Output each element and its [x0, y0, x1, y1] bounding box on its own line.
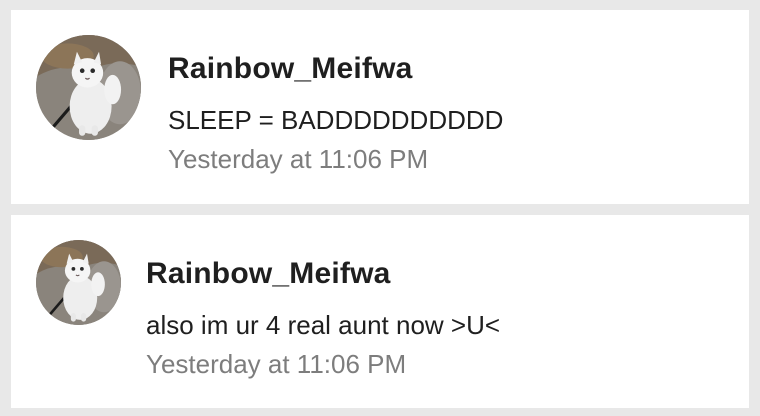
message-text: also im ur 4 real aunt now >U< — [146, 310, 501, 340]
username[interactable]: Rainbow_Meifwa — [146, 257, 391, 291]
timestamp: Yesterday at 11:06 PM — [168, 144, 429, 174]
cat-avatar-icon[interactable] — [36, 35, 141, 140]
message-text: SLEEP = BADDDDDDDDDD — [168, 105, 504, 135]
username[interactable]: Rainbow_Meifwa — [168, 52, 413, 86]
timestamp: Yesterday at 11:06 PM — [146, 349, 407, 379]
cat-avatar-icon[interactable] — [36, 240, 121, 325]
notification-card[interactable]: Rainbow_Meifwa also im ur 4 real aunt no… — [11, 215, 749, 408]
notification-card[interactable]: Rainbow_Meifwa SLEEP = BADDDDDDDDDD Yest… — [11, 10, 749, 204]
